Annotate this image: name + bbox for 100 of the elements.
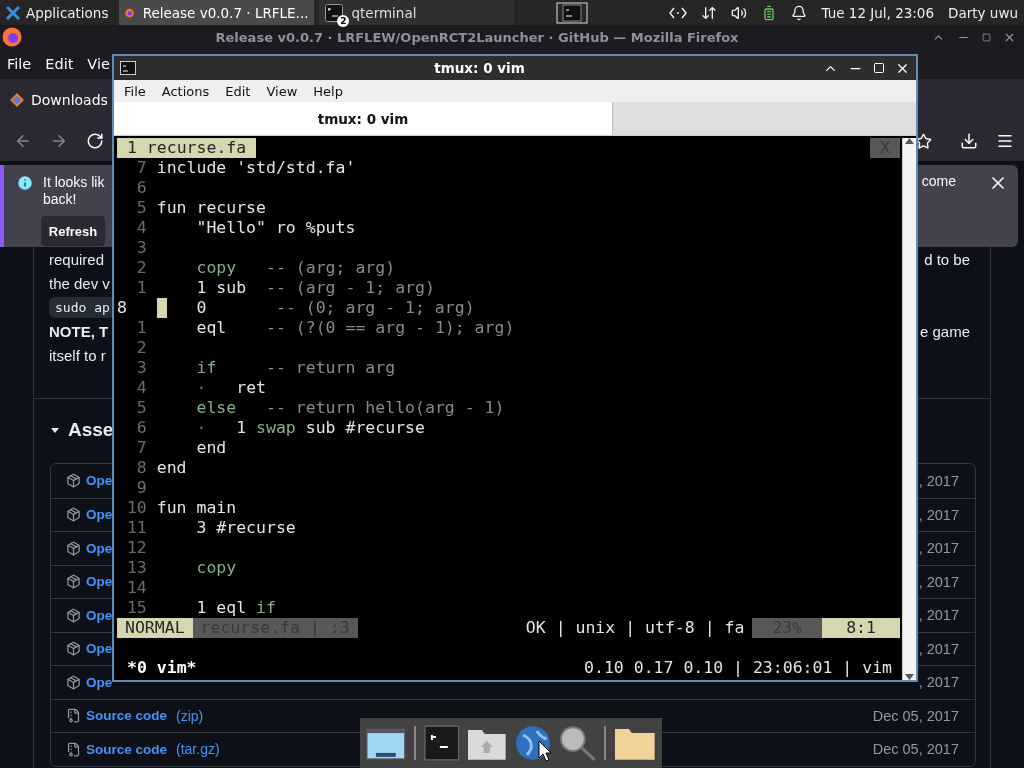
notification-text: It looks lik: [43, 174, 105, 191]
menu-item[interactable]: File: [124, 83, 146, 99]
applications-menu[interactable]: Applications: [26, 4, 109, 21]
menu-item[interactable]: Actions: [161, 83, 210, 99]
line-number: 1: [135, 318, 147, 338]
refresh-button[interactable]: Refresh: [41, 216, 105, 246]
code-line: include 'std/std.fa': [156, 158, 356, 178]
info-icon: [16, 174, 34, 192]
tab[interactable]: tmux: 0 vim: [114, 102, 613, 135]
code-line: · 1 swap sub #recurse: [195, 418, 425, 438]
line-number: 2: [135, 338, 147, 358]
menu-item[interactable]: View: [266, 83, 298, 99]
line-number: 6: [135, 418, 147, 438]
tmux-window: *0 vim*: [127, 658, 197, 678]
menu-item[interactable]: File: [7, 56, 32, 72]
back-icon[interactable]: [14, 132, 32, 150]
code-line: · ret: [195, 378, 266, 398]
disclosure-triangle-icon[interactable]: [50, 425, 60, 435]
clock[interactable]: Tue 12 Jul, 23:06: [821, 4, 935, 21]
tmux-status: 0.10 0.17 0.10 | 23:06:01 | vim: [584, 658, 892, 678]
code-line: end: [195, 438, 227, 458]
asset-link[interactable]: Ope: [86, 607, 113, 623]
code-line: 1 eql if: [195, 598, 276, 618]
line-number: 3: [135, 358, 147, 378]
asset-link[interactable]: Ope: [86, 507, 113, 523]
asset-date: , 2017: [918, 674, 959, 691]
buffer-tab[interactable]: 1 recurse.fa: [117, 138, 257, 158]
reload-icon[interactable]: [86, 132, 104, 150]
taskbar-button[interactable]: 2 qterminal: [319, 0, 515, 25]
paragraph-text: e game: [919, 322, 970, 340]
code-line: fun recurse: [156, 198, 266, 218]
notification-icon[interactable]: [791, 4, 808, 21]
user-name[interactable]: Darty uwu: [948, 4, 1018, 21]
package-icon: [66, 540, 81, 556]
line-number: 2: [135, 258, 147, 278]
code-line: 3 #recurse: [195, 518, 296, 538]
line-number: 5: [135, 198, 147, 218]
asset-date: , 2017: [918, 573, 959, 590]
line-number: 9: [135, 478, 147, 498]
notification-text: back!: [43, 191, 78, 208]
code-line: else -- return hello(arg - 1): [195, 398, 505, 418]
line-number: 7: [135, 438, 147, 458]
taskbar-button[interactable]: Release v0.0.7 · LRFLE...: [119, 0, 315, 25]
scroll-down-icon[interactable]: [905, 674, 914, 680]
scroll-up-icon[interactable]: [905, 138, 914, 144]
asset-format: (tar.gz): [176, 741, 220, 758]
menu-item[interactable]: Edit: [45, 56, 74, 72]
search-icon[interactable]: [558, 725, 597, 761]
code-line: eql -- (?(0 == arg - 1); arg): [195, 318, 515, 338]
volume-icon[interactable]: [731, 4, 748, 21]
download-icon[interactable]: [960, 132, 978, 150]
asset-link[interactable]: Source code: [86, 708, 168, 724]
line-number: 13: [125, 558, 147, 578]
line-number: 5: [135, 398, 147, 418]
network-icon[interactable]: [669, 6, 688, 19]
asset-date: Dec 05, 2017: [872, 707, 959, 724]
line-number: 4: [135, 378, 147, 398]
paragraph-text: d to be: [924, 250, 970, 268]
paragraph-text: NOTE, T: [49, 322, 109, 340]
menu-item[interactable]: Edit: [225, 83, 251, 99]
code-line: end: [156, 458, 187, 478]
firefox-icon: [2, 27, 22, 47]
package-icon: [66, 674, 81, 690]
cursor-position: 8:1: [822, 618, 900, 638]
code-line: 0 -- (0; arg - 1; arg): [195, 298, 475, 318]
line-number: 15: [125, 598, 147, 618]
line-number: 3: [135, 238, 147, 258]
line-number: 1: [135, 278, 147, 298]
terminal-icon[interactable]: [423, 725, 460, 761]
bookmark-star-icon[interactable]: [915, 132, 932, 150]
mouse-pointer-icon: [538, 740, 552, 762]
package-icon: [66, 607, 81, 623]
asset-link[interactable]: Ope: [86, 574, 113, 590]
archive-icon: [66, 708, 81, 724]
line-number: 11: [125, 518, 147, 538]
code-line: copy -- (arg; arg): [195, 258, 396, 278]
menu-item[interactable]: Help: [313, 83, 343, 99]
code-line: if -- return arg: [195, 358, 396, 378]
forward-icon[interactable]: [50, 132, 68, 150]
asset-link[interactable]: Source code: [86, 741, 168, 757]
asset-link[interactable]: Ope: [86, 540, 113, 556]
asset-date: , 2017: [918, 607, 959, 624]
window-title: tmux: 0 vim: [433, 60, 526, 76]
bookmark[interactable]: Downloads: [31, 92, 108, 108]
asset-link[interactable]: Ope: [86, 641, 113, 657]
menu-item[interactable]: Vie: [87, 56, 110, 72]
asset-date: , 2017: [918, 640, 959, 657]
menu-icon[interactable]: [996, 132, 1014, 150]
code-line: 1 sub -- (arg - 1; arg): [195, 278, 435, 298]
package-icon: [66, 507, 81, 523]
paragraph-text: required: [49, 250, 105, 268]
transfer-icon[interactable]: [701, 4, 718, 21]
asset-link[interactable]: Ope: [86, 473, 113, 489]
paragraph-text: itself to r: [49, 346, 106, 364]
terminal-icon: [120, 61, 136, 75]
section-heading: Asse: [68, 419, 114, 441]
asset-date: Dec 05, 2017: [872, 741, 959, 758]
package-icon: [66, 473, 81, 489]
code-line: copy: [195, 558, 237, 578]
asset-link[interactable]: Ope: [86, 674, 113, 690]
